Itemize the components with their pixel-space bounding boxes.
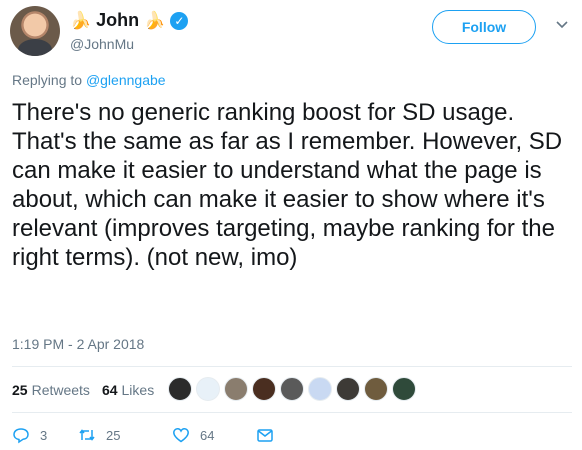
liker-avatar[interactable] xyxy=(196,377,220,401)
banana-emoji-icon: 🍌 xyxy=(144,11,166,30)
likes-label: Likes xyxy=(121,382,155,398)
like-count: 64 xyxy=(200,427,215,443)
reply-icon xyxy=(13,428,29,444)
retweets-count: 25 xyxy=(12,382,28,398)
liker-avatar[interactable] xyxy=(308,377,332,401)
envelope-icon xyxy=(257,429,273,442)
liker-avatar[interactable] xyxy=(392,377,416,401)
liker-avatar[interactable] xyxy=(252,377,276,401)
likes-stat[interactable]: 64 Likes xyxy=(102,382,154,398)
likes-count: 64 xyxy=(101,382,118,398)
liker-avatar[interactable] xyxy=(224,377,248,401)
tweet-text: There's no generic ranking boost for SD … xyxy=(12,99,563,271)
retweet-icon xyxy=(79,429,95,441)
liker-avatar[interactable] xyxy=(168,377,192,401)
reply-count: 3 xyxy=(40,427,48,443)
direct-message-action[interactable] xyxy=(256,426,274,444)
replying-to: Replying to @glenngabe xyxy=(12,72,166,88)
retweet-action[interactable]: 25 xyxy=(78,426,172,444)
liker-avatar[interactable] xyxy=(280,377,304,401)
retweets-label: Retweets xyxy=(31,382,90,398)
author-name-row[interactable]: 🍌 John 🍌 ✓ xyxy=(70,10,189,31)
reply-action[interactable]: 3 xyxy=(12,426,78,444)
tweet-stats: 25 Retweets 64 Likes xyxy=(12,378,166,402)
tweet-header: 🍌 John 🍌 ✓ @JohnMu Follow xyxy=(10,6,572,58)
verified-badge-icon: ✓ xyxy=(170,11,189,30)
heart-icon xyxy=(173,428,189,443)
liker-avatar[interactable] xyxy=(336,377,360,401)
divider xyxy=(12,412,572,413)
author-display-name[interactable]: John xyxy=(96,10,139,31)
divider xyxy=(12,366,572,367)
retweet-count: 25 xyxy=(106,427,121,443)
follow-button[interactable]: Follow xyxy=(432,10,536,44)
author-handle[interactable]: @JohnMu xyxy=(70,36,134,52)
like-action[interactable]: 64 xyxy=(172,426,256,444)
author-avatar[interactable] xyxy=(10,6,60,56)
banana-emoji-icon: 🍌 xyxy=(70,11,92,30)
chevron-down-icon[interactable] xyxy=(554,16,570,32)
tweet-actions: 3 25 64 xyxy=(12,426,274,444)
retweets-stat[interactable]: 25 Retweets xyxy=(12,382,90,398)
liker-avatar[interactable] xyxy=(364,377,388,401)
mention-link[interactable]: @glenngabe xyxy=(86,72,166,88)
tweet-timestamp[interactable]: 1:19 PM - 2 Apr 2018 xyxy=(12,336,144,352)
liker-avatars xyxy=(168,377,416,401)
replying-to-prefix: Replying to xyxy=(12,72,86,88)
